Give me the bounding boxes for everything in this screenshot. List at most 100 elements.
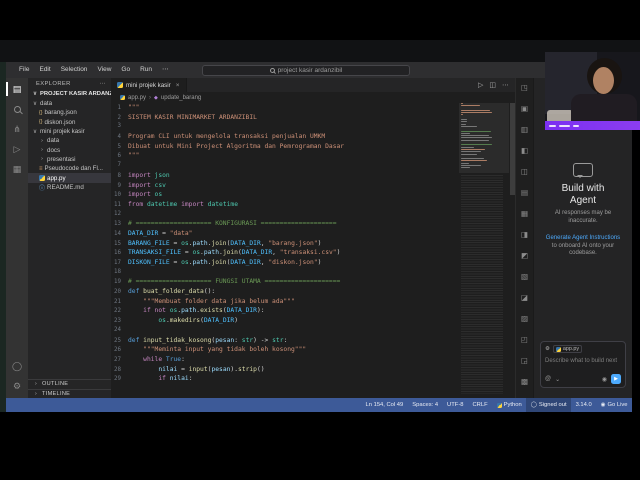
mention-icon[interactable]: @ [545,376,551,382]
file-icon: ≡ [39,165,43,172]
account-icon[interactable]: ◯ [12,361,22,372]
settings-icon[interactable]: ⚙ [13,381,21,392]
toolbar-icon[interactable]: ◰ [521,335,528,344]
menu-item-go[interactable]: Go [116,62,135,78]
explorer-sidebar: EXPLORER ⋯ ∨ PROJECT KASIR ARDANZI... ∨d… [28,78,111,398]
tree-item-presentasi[interactable]: › presentasi [28,155,111,164]
search-value: project kasir ardanzibil [277,66,343,74]
chat-input-box[interactable]: ⚙ app.py Describe what to build next @ ⌄… [540,341,626,388]
editor-tab[interactable]: mini projek kasir × [111,78,187,92]
tree-item-barang-json[interactable]: {} barang.json [28,108,111,117]
send-button[interactable]: ▶ [611,374,621,384]
tree-item-data[interactable]: › data [28,136,111,145]
command-center-search[interactable]: project kasir ardanzibil [202,64,410,76]
symbol-icon: ◆ [154,94,158,101]
toolbar-icon[interactable]: ▥ [521,125,528,134]
activity-explorer[interactable]: ▤ [6,79,28,99]
minimap[interactable] [459,103,509,398]
name-text-blur [549,124,556,127]
toolbar-icon[interactable]: ◫ [521,167,528,176]
status-spaces-4[interactable]: Spaces: 4 [408,398,443,412]
tree-item-readme-md[interactable]: ⓘ README.md [28,183,111,192]
menu-item-run[interactable]: Run [135,62,157,78]
more-icon[interactable]: ⋯ [100,81,106,87]
activity-run-and-debug[interactable]: ▷ [6,139,28,159]
extensions-icon[interactable]: ▦ [13,164,22,175]
activity-account[interactable]: ◯ [6,356,28,376]
run-and-debug-icon[interactable]: ▷ [14,144,21,155]
section-timeline[interactable]: › TIMELINE [28,388,111,399]
breadcrumb-item[interactable]: update_barang [161,95,201,101]
tree-item-data[interactable]: ∨ data [28,99,111,108]
status-signed-out[interactable]: ◯ Signed out [526,398,572,412]
split-editor-icon[interactable]: ◫ [489,81,496,89]
toolbar-icon[interactable]: ▨ [521,314,528,323]
desktop-top-bar [0,40,640,98]
workspace-header[interactable]: ∨ PROJECT KASIR ARDANZI... [28,89,111,99]
tree-item-label: mini projek kasir [40,128,85,136]
code-line: 17 DISKON_FILE = os.path.join(DATA_DIR, "… [111,258,453,268]
menu-item-file[interactable]: File [14,62,34,78]
menu-item-[interactable]: ⋯ [157,62,174,78]
toolbar-icon[interactable]: ▦ [521,209,528,218]
status-3-14-0[interactable]: 3.14.0 [571,398,596,412]
status-ln-154-col-49[interactable]: Ln 154, Col 49 [361,398,408,412]
status-label: Go Live [607,402,628,408]
tree-item-app-py[interactable]: app.py [28,173,111,183]
chevron-right-icon: › [34,381,38,388]
activity-source-control[interactable]: ⋔ [6,119,28,139]
breadcrumb-item[interactable]: app.py [128,95,146,101]
run-icon[interactable]: ▷ [478,81,483,89]
status-go-live[interactable]: ◉ Go Live [596,398,632,412]
explorer-icon[interactable]: ▤ [13,84,22,95]
status-label: Signed out [538,402,567,408]
toolbar-icon[interactable]: ▣ [521,104,528,113]
code-line: 7 [111,161,453,171]
line-number: 7 [117,162,122,169]
tree-item-label: presentasi [47,155,76,163]
generate-instructions-link[interactable]: Generate Agent Instructions [546,235,620,241]
model-picker-icon[interactable]: ⌄ [555,376,560,383]
tools-icon[interactable]: ⚙ [545,346,550,352]
menu-item-selection[interactable]: Selection [56,62,93,78]
source-control-icon[interactable]: ⋔ [13,124,21,135]
context-row: ⚙ app.py [545,345,621,353]
toolbar-icon[interactable]: ◲ [521,356,528,365]
code-line: 21 """Membuat folder data jika belum ada… [111,297,453,307]
menu-item-edit[interactable]: Edit [34,62,55,78]
line-number: 21 [114,298,121,305]
toolbar-icon[interactable]: ◩ [521,251,528,260]
code-line: 19 # ==================== FUNGSI UTAMA ==… [111,277,453,287]
activity-settings[interactable]: ⚙ [6,376,28,396]
chevron-down-icon: ∨ [32,128,38,135]
toolbar-icon[interactable]: ◳ [521,83,528,92]
menu-bar: File Edit Selection View Go Run ⋯ [14,62,174,78]
status-label: Ln 154, Col 49 [365,402,404,408]
activity-extensions[interactable]: ▦ [6,159,28,179]
mic-icon[interactable]: ◉ [602,376,607,383]
toolbar-icon[interactable]: ▤ [521,188,528,197]
toolbar-icon[interactable]: ▧ [521,272,528,281]
menu-item-view[interactable]: View [92,62,116,78]
line-number: 12 [114,210,121,217]
toolbar-icon[interactable]: ◧ [521,146,528,155]
search-icon[interactable] [13,105,21,113]
activity-search[interactable] [6,99,28,119]
tree-item-mini-projek-kasir[interactable]: ∨ mini projek kasir [28,127,111,136]
file-tree: ∨ data{} barang.json{} diskon.json ∨ mini pro… [28,99,111,192]
tree-item-pseudocode-dan-fl-[interactable]: ≡ Pseudocode dan Fl... [28,164,111,173]
tree-item-diskon-json[interactable]: {} diskon.json [28,118,111,127]
toolbar-icon[interactable]: ▩ [521,377,528,386]
more-icon[interactable]: ⋯ [502,81,509,89]
chevron-down-icon: ∨ [32,100,38,107]
status-python[interactable]: Python [492,398,526,412]
section-outline[interactable]: › OUTLINE [28,379,111,389]
toolbar-icon[interactable]: ◨ [521,230,528,239]
status-utf-8[interactable]: UTF-8 [443,398,468,412]
close-icon[interactable]: × [176,82,180,89]
toolbar-icon[interactable]: ◪ [521,293,528,302]
context-chip[interactable]: app.py [552,345,583,353]
status-crlf[interactable]: CRLF [468,398,492,412]
tree-item-docs[interactable]: › docs [28,145,111,154]
code-editor[interactable]: 1 """ 2 SISTEM KASIR MINIMARKET ARDANZIBIL 3… [111,103,453,398]
